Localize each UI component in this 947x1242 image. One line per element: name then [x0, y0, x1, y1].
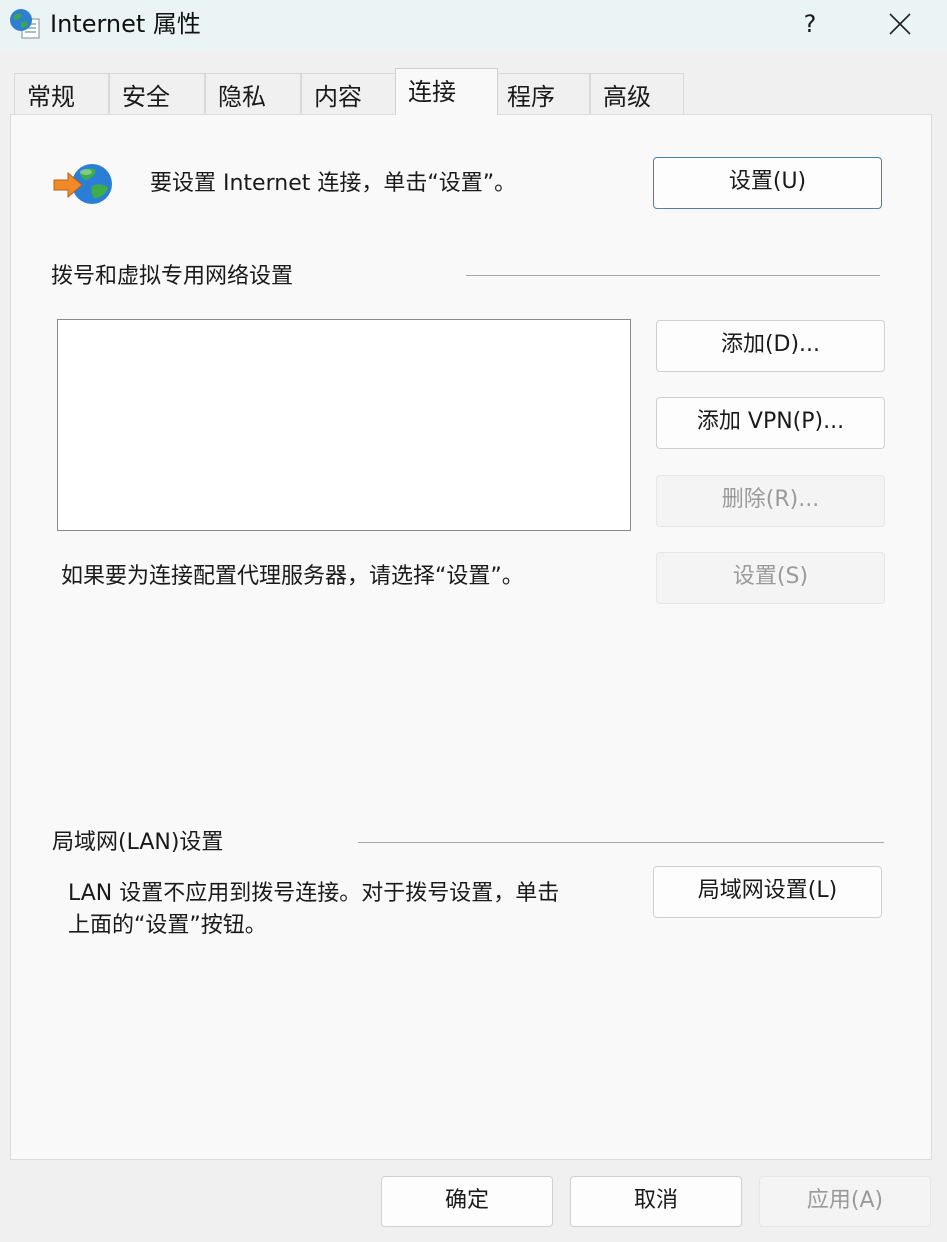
close-button[interactable] [876, 4, 924, 44]
help-button[interactable]: ? [792, 4, 828, 44]
dialup-section-title: 拨号和虚拟专用网络设置 [51, 264, 294, 289]
tab-programs[interactable]: 程序 [494, 73, 590, 114]
tab-content[interactable]: 内容 [301, 73, 396, 114]
tab-privacy[interactable]: 隐私 [205, 73, 301, 114]
tab-connections[interactable]: 连接 [395, 68, 498, 115]
connection-intro-text: 要设置 Internet 连接，单击“设置”。 [150, 171, 517, 196]
window-title: Internet 属性 [50, 10, 201, 38]
tab-strip: 常规 安全 隐私 内容 连接 程序 高级 [14, 68, 684, 115]
dialup-settings-button[interactable]: 设置(S) [656, 552, 885, 604]
tab-advanced[interactable]: 高级 [590, 73, 684, 114]
globe-arrow-icon [50, 160, 116, 210]
dialup-connections-list[interactable] [57, 319, 631, 531]
lan-description-line2: 上面的“设置”按钮。 [68, 913, 267, 938]
ok-button[interactable]: 确定 [381, 1176, 553, 1227]
cancel-button[interactable]: 取消 [570, 1176, 742, 1227]
add-vpn-button[interactable]: 添加 VPN(P)... [656, 397, 885, 449]
internet-globe-icon [8, 7, 40, 39]
lan-description-line1: LAN 设置不应用到拨号连接。对于拨号设置，单击 [68, 881, 560, 906]
lan-divider [358, 842, 884, 843]
dialup-divider [466, 275, 880, 276]
setup-button[interactable]: 设置(U) [653, 157, 882, 209]
lan-settings-button[interactable]: 局域网设置(L) [653, 866, 882, 918]
add-button[interactable]: 添加(D)... [656, 320, 885, 372]
tab-general[interactable]: 常规 [14, 73, 109, 114]
close-icon [889, 13, 911, 35]
remove-button[interactable]: 删除(R)... [656, 475, 885, 527]
apply-button[interactable]: 应用(A) [759, 1176, 931, 1227]
tab-security[interactable]: 安全 [109, 73, 205, 114]
title-bar: Internet 属性 ? [0, 0, 947, 50]
lan-section-title: 局域网(LAN)设置 [52, 830, 224, 855]
proxy-hint-text: 如果要为连接配置代理服务器，请选择“设置”。 [61, 564, 524, 589]
